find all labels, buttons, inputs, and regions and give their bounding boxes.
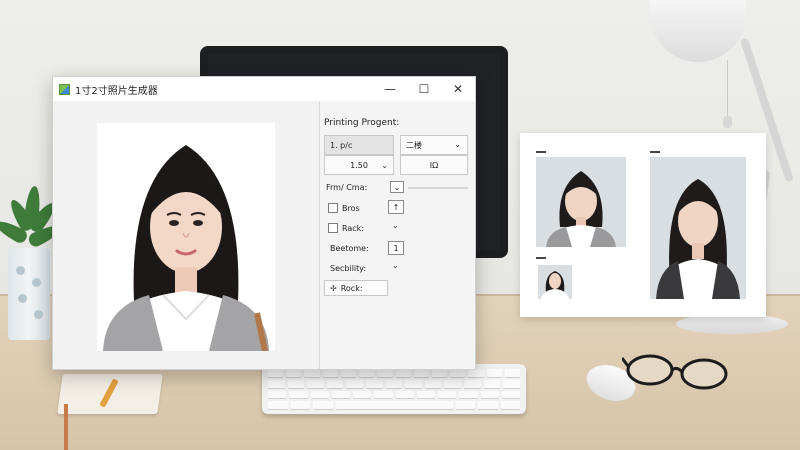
eyeglasses	[622, 354, 728, 390]
layout-select[interactable]: 二楼 ⌄	[400, 135, 468, 155]
pot-pattern	[16, 266, 25, 275]
photo-preview-pane	[53, 101, 319, 369]
size-select-value: 1. p/c	[330, 140, 353, 150]
arrow-up-icon: ↑	[392, 202, 400, 212]
spacing-stepper[interactable]: 1	[388, 241, 404, 255]
option-checkbox-rack[interactable]	[328, 223, 338, 233]
lamp-cord	[727, 60, 728, 120]
size-select[interactable]: 1. p/c	[324, 135, 394, 155]
option-checkbox-bros[interactable]	[328, 203, 338, 213]
photo-preview[interactable]	[97, 123, 275, 351]
close-button[interactable]: ✕	[441, 77, 475, 101]
maximize-button[interactable]: ☐	[407, 77, 441, 101]
panel-heading: Printing Progent:	[324, 118, 400, 128]
crop-mark	[536, 257, 546, 259]
sheet-photo-1inch	[536, 157, 626, 247]
chevron-down-icon: ⌄	[393, 182, 401, 192]
window-controls: — ☐ ✕	[373, 77, 475, 101]
rock-button[interactable]: ✢ Rock:	[324, 280, 388, 296]
lamp-switch	[723, 116, 732, 128]
minimize-button[interactable]: —	[373, 77, 407, 101]
format-field[interactable]: IΩ	[400, 155, 468, 175]
frame-dropdown[interactable]: ⌄	[390, 181, 404, 193]
portrait-image	[538, 265, 572, 299]
size-sub-select[interactable]: 1.50 ⌄	[324, 155, 394, 175]
sheet-photo-small	[538, 265, 572, 299]
plant-pot	[8, 248, 50, 340]
chevron-down-icon[interactable]: ⌄	[392, 261, 399, 270]
portrait-image	[97, 123, 275, 351]
crop-mark	[650, 151, 660, 153]
portrait-image	[536, 157, 626, 247]
layout-select-value: 二楼	[406, 140, 422, 150]
portrait-image	[650, 157, 746, 299]
title-bar[interactable]: 1寸2寸照片生成器 — ☐ ✕	[53, 77, 475, 101]
pot-pattern	[18, 294, 27, 303]
lamp-base	[676, 314, 788, 334]
move-icon: ✢	[330, 283, 337, 293]
pot-pattern	[32, 278, 41, 287]
app-icon	[59, 83, 70, 95]
window-title: 1寸2寸照片生成器	[75, 85, 158, 97]
app-window: 1寸2寸照片生成器 — ☐ ✕ Printing Progent: 1. p/c…	[52, 76, 476, 370]
frame-label: Frm/ Cma:	[326, 183, 368, 192]
bros-stepper[interactable]: ↑	[388, 200, 404, 214]
sensitivity-label: Secbility:	[330, 264, 367, 273]
chevron-down-icon: ⌄	[381, 161, 388, 170]
frame-slider[interactable]	[408, 187, 468, 189]
chevron-down-icon[interactable]: ⌄	[392, 221, 399, 230]
size-sub-value: 1.50	[350, 160, 368, 170]
pot-pattern	[34, 310, 43, 319]
settings-panel: Printing Progent: 1. p/c 1.50 ⌄ 二楼 ⌄ IΩ …	[320, 101, 475, 369]
rock-button-label: Rock:	[340, 283, 363, 293]
notebook-band	[64, 404, 68, 450]
sheet-photo-2inch	[650, 157, 746, 299]
crop-mark	[536, 151, 546, 153]
option-label-bros: Bros	[342, 204, 360, 213]
print-sheet	[520, 133, 766, 317]
chevron-down-icon: ⌄	[454, 140, 461, 149]
spacing-value: 1	[393, 243, 399, 253]
format-value: IΩ	[429, 160, 439, 170]
spacing-label: Beetome:	[330, 244, 369, 253]
option-label-rack: Rack:	[342, 224, 365, 233]
keyboard	[262, 364, 526, 414]
